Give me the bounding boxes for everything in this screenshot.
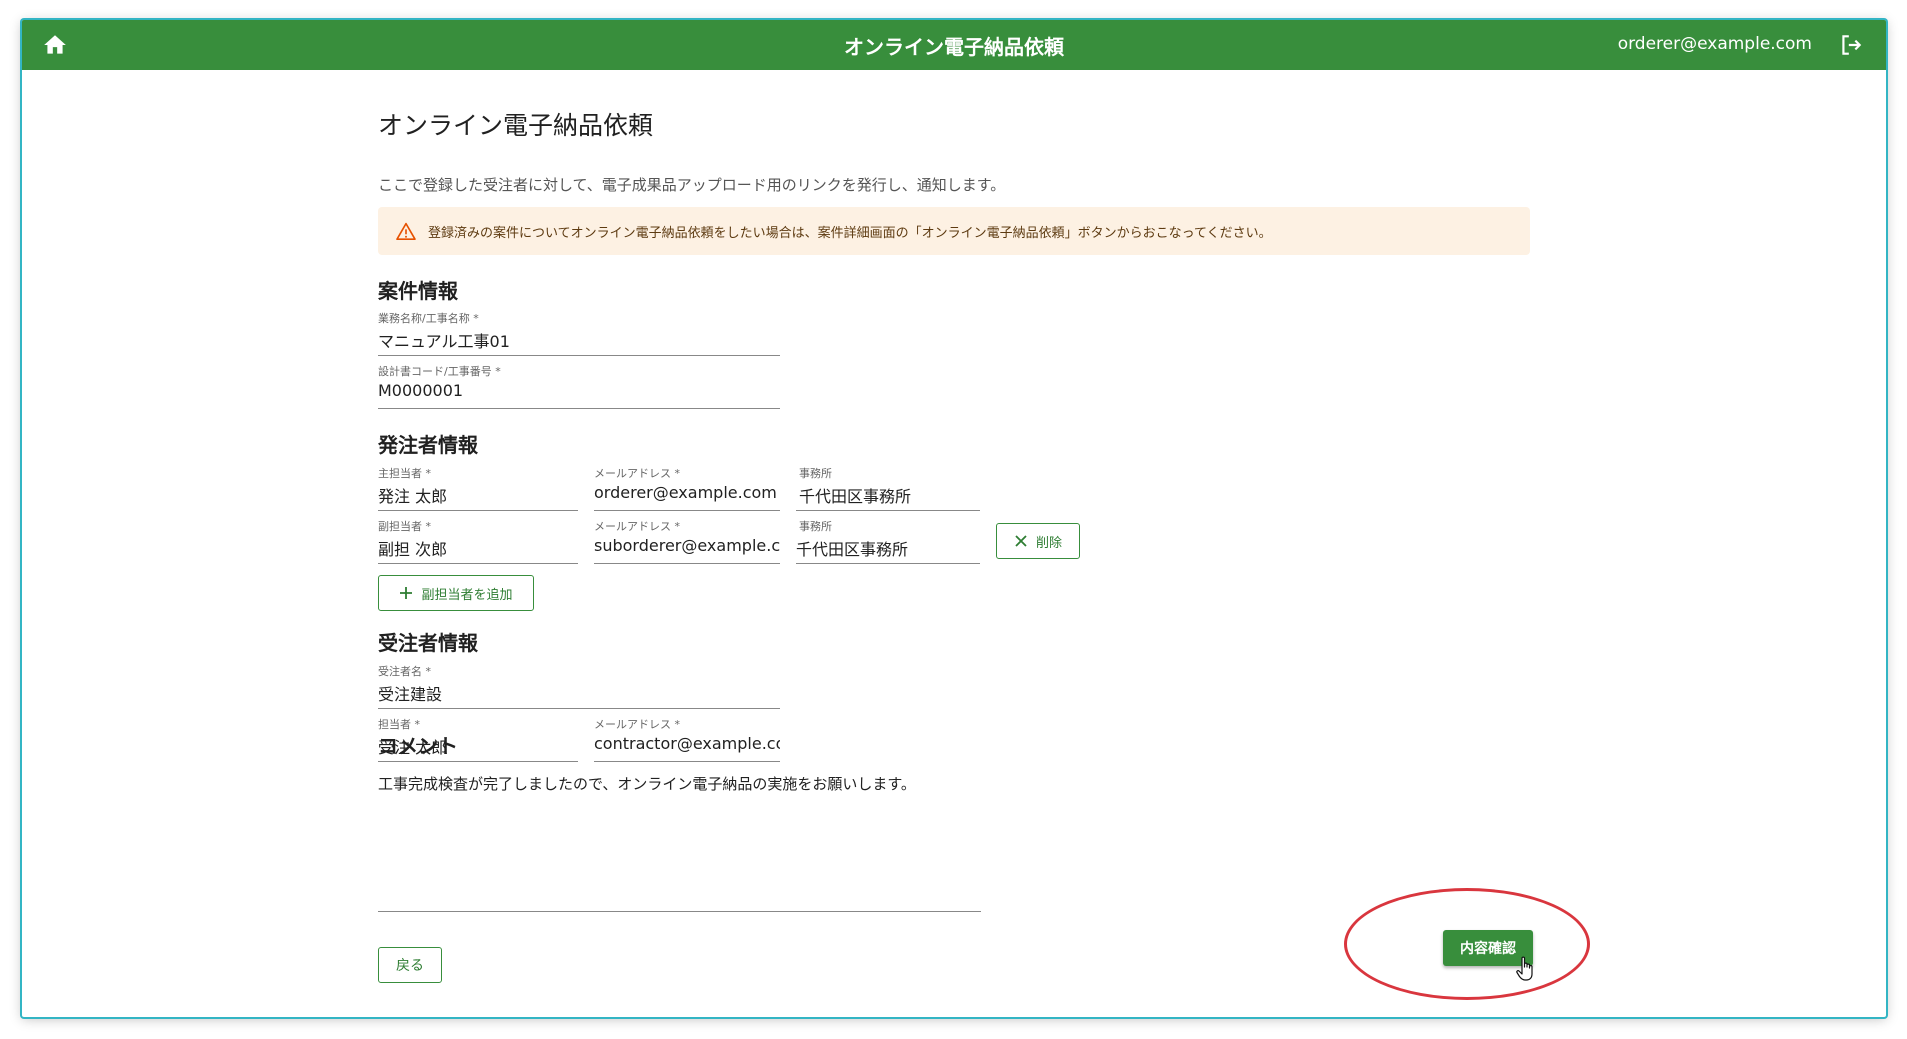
main-email-field[interactable]: メールアドレス * orderer@example.com — [594, 465, 780, 511]
logout-icon[interactable] — [1838, 32, 1864, 58]
main-office-field[interactable]: 事務所 千代田区事務所 — [796, 465, 980, 511]
warning-icon — [396, 222, 416, 240]
project-name-input[interactable]: マニュアル工事01 — [378, 328, 780, 352]
add-sub-person-button[interactable]: 副担当者を追加 — [378, 575, 534, 611]
page-description: ここで登録した受注者に対して、電子成果品アップロード用のリンクを発行し、通知しま… — [378, 176, 1006, 194]
main-office-input[interactable]: 千代田区事務所 — [799, 483, 983, 507]
project-name-label: 業務名称/工事名称 * — [378, 312, 479, 325]
contractor-email-field[interactable]: メールアドレス * contractor@example.com — [594, 716, 780, 762]
contractor-company-label: 受注者名 * — [378, 665, 431, 678]
sub-office-label: 事務所 — [799, 520, 832, 533]
main-person-input[interactable]: 発注 太郎 — [378, 483, 578, 507]
main-office-label: 事務所 — [799, 467, 832, 480]
project-name-field[interactable]: 業務名称/工事名称 * マニュアル工事01 — [378, 310, 780, 356]
sub-person-input[interactable]: 副担 次郎 — [378, 536, 578, 560]
warning-alert: 登録済みの案件についてオンライン電子納品依頼をしたい場合は、案件詳細画面の「オン… — [378, 207, 1530, 255]
project-code-input[interactable]: M0000001 — [378, 381, 780, 400]
hand-cursor-icon — [1516, 956, 1533, 981]
page-title: オンライン電子納品依頼 — [378, 111, 654, 140]
project-code-field[interactable]: 設計書コード/工事番号 * M0000001 — [378, 363, 780, 409]
delete-label: 削除 — [1035, 535, 1062, 551]
main-person-label: 主担当者 * — [378, 467, 431, 480]
main-email-input[interactable]: orderer@example.com — [594, 483, 780, 502]
contractor-email-label: メールアドレス * — [594, 718, 680, 731]
sub-email-field[interactable]: メールアドレス * suborderer@example.com — [594, 518, 780, 564]
close-icon — [1015, 535, 1027, 547]
alert-text: 登録済みの案件についてオンライン電子納品依頼をしたい場合は、案件詳細画面の「オン… — [428, 225, 1272, 241]
comment-textarea[interactable]: 工事完成検査が完了しましたので、オンライン電子納品の実施をお願いします。 — [378, 773, 978, 794]
sub-email-label: メールアドレス * — [594, 520, 680, 533]
app-window: オンライン電子納品依頼 orderer@example.com オンライン電子納… — [22, 20, 1886, 1017]
contractor-email-input[interactable]: contractor@example.com — [594, 734, 780, 753]
main-person-field[interactable]: 主担当者 * 発注 太郎 — [378, 465, 578, 511]
sub-office-input[interactable]: 千代田区事務所 — [796, 536, 980, 560]
contractor-section-title: 受注者情報 — [378, 631, 478, 655]
project-code-label: 設計書コード/工事番号 * — [378, 365, 501, 378]
contractor-company-input[interactable]: 受注建設 — [378, 681, 780, 705]
sub-email-input[interactable]: suborderer@example.com — [594, 536, 780, 555]
delete-sub-button[interactable]: 削除 — [996, 523, 1080, 559]
sub-person-field[interactable]: 副担当者 * 副担 次郎 — [378, 518, 578, 564]
app-title: オンライン電子納品依頼 — [844, 34, 1064, 59]
app-bar: オンライン電子納品依頼 orderer@example.com — [22, 20, 1886, 70]
contractor-company-field[interactable]: 受注者名 * 受注建設 — [378, 663, 780, 709]
sub-person-label: 副担当者 * — [378, 520, 431, 533]
comment-section-title: コメント — [378, 734, 458, 758]
back-button[interactable]: 戻る — [378, 947, 442, 983]
project-section-title: 案件情報 — [378, 279, 458, 303]
orderer-section-title: 発注者情報 — [378, 433, 478, 457]
user-email: orderer@example.com — [1617, 34, 1812, 54]
plus-icon — [400, 587, 413, 599]
main-email-label: メールアドレス * — [594, 467, 680, 480]
home-icon[interactable] — [42, 32, 68, 58]
sub-office-field[interactable]: 事務所 千代田区事務所 — [796, 518, 980, 564]
add-sub-label: 副担当者を追加 — [421, 587, 513, 603]
comment-underline — [378, 911, 981, 912]
